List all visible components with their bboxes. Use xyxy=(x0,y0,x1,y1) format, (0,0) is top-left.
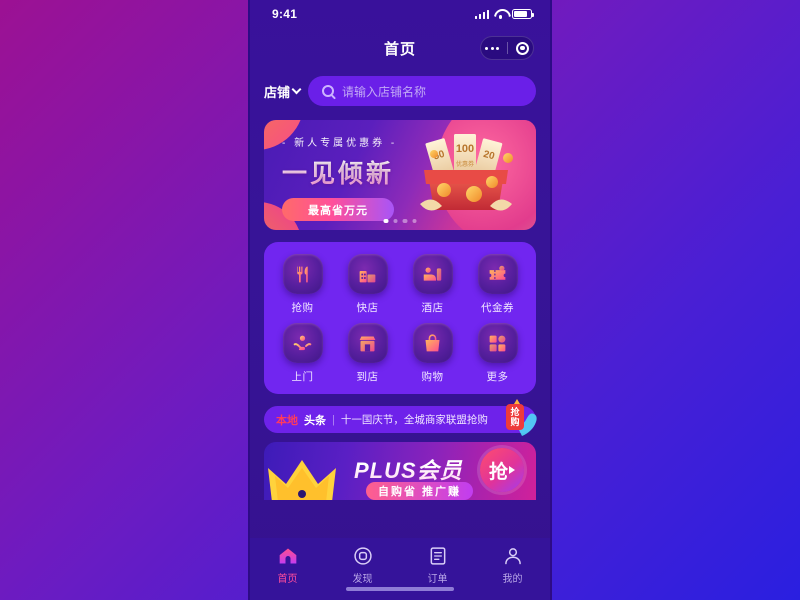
hand-service-icon xyxy=(282,323,323,363)
status-bar-icons xyxy=(474,9,534,19)
svg-text:优惠券: 优惠券 xyxy=(456,160,474,168)
grid-item-label: 抢购 xyxy=(291,302,314,314)
status-bar: 9:41 xyxy=(250,0,550,28)
tab-label: 发现 xyxy=(352,574,373,585)
orders-icon xyxy=(430,547,445,565)
grid-item-jiudian[interactable]: 酒店 xyxy=(400,254,465,315)
svg-text:100: 100 xyxy=(456,143,474,155)
grid-item-label: 代金券 xyxy=(481,302,514,314)
plus-member-banner[interactable]: PLUS会员 自购省 推广赚 抢 xyxy=(264,442,536,500)
search-placeholder: 请输入店铺名称 xyxy=(342,84,427,99)
news-text: 十一国庆节，全城商家联盟抢购 xyxy=(340,414,488,426)
plus-banner-subtitle: 自购省 推广赚 xyxy=(366,482,474,500)
cellular-bars-icon xyxy=(474,9,489,19)
bottom-tab-bar: 首页 发现 订单 我的 xyxy=(250,538,550,600)
news-tag-local: 本地 xyxy=(276,414,298,427)
grid-item-daodian[interactable]: 到店 xyxy=(335,323,400,384)
tab-label: 我的 xyxy=(502,574,523,585)
grid-item-kuaidian[interactable]: 快店 xyxy=(335,254,400,315)
category-selector[interactable]: 店铺 xyxy=(264,82,302,101)
promo-megaphone-icon[interactable]: 抢 购 xyxy=(492,398,540,442)
page-title: 首页 xyxy=(383,40,416,58)
home-indicator xyxy=(346,587,454,591)
tab-label: 订单 xyxy=(427,574,448,585)
grid-item-daijinquan[interactable]: 代金券 xyxy=(465,254,530,315)
carousel-dot[interactable] xyxy=(383,218,388,223)
promo-banner-carousel[interactable]: 50 100 20 优惠券 - 新人专属优惠券 - 一见倾新 最高省万元 xyxy=(264,120,536,230)
target-circle-icon[interactable] xyxy=(516,41,529,55)
news-divider: | xyxy=(332,413,335,426)
grid-item-gouwu[interactable]: 购物 xyxy=(400,323,465,384)
grid-item-label: 快店 xyxy=(356,302,379,314)
banner-subtitle: - 新人专属优惠券 - xyxy=(282,138,398,149)
banner-cta-button[interactable]: 最高省万元 xyxy=(282,198,394,221)
plus-grab-label: 抢 xyxy=(488,461,508,483)
svg-text:抢: 抢 xyxy=(510,406,520,417)
profile-icon xyxy=(504,548,521,565)
category-selector-label: 店铺 xyxy=(264,84,291,100)
hotel-bed-icon xyxy=(412,254,453,294)
tab-label: 首页 xyxy=(277,574,298,585)
grid-item-qianggou[interactable]: 抢购 xyxy=(270,254,335,315)
capsule-divider xyxy=(507,42,508,54)
gift-box-icon: 50 100 20 优惠券 xyxy=(420,134,513,211)
status-bar-time: 9:41 xyxy=(272,7,298,21)
shopping-bag-icon xyxy=(412,323,453,363)
banner-text-block: - 新人专属优惠券 - 一见倾新 最高省万元 xyxy=(282,134,397,221)
carousel-dot[interactable] xyxy=(412,218,417,223)
mini-program-capsule[interactable] xyxy=(480,36,534,60)
grid-item-label: 更多 xyxy=(486,371,509,383)
crown-icon xyxy=(268,460,336,500)
grid-item-shangmen[interactable]: 上门 xyxy=(270,323,335,384)
search-row: 店铺 请输入店铺名称 xyxy=(250,68,550,116)
svg-text:购: 购 xyxy=(510,416,519,427)
more-dots-icon[interactable] xyxy=(485,46,499,50)
app-header: 首页 xyxy=(250,28,550,68)
voucher-ticket-icon xyxy=(477,254,518,294)
carousel-dots[interactable] xyxy=(383,218,417,223)
category-grid-card: 抢购 快店 酒店 代金券 上门 到店 购物 更多 xyxy=(264,242,536,394)
carousel-dot[interactable] xyxy=(402,218,407,223)
home-icon xyxy=(279,548,296,564)
shop-door-icon xyxy=(347,323,388,363)
search-icon xyxy=(322,85,335,97)
banner-title: 一见倾新 xyxy=(282,154,397,190)
category-grid: 抢购 快店 酒店 代金券 上门 到店 购物 更多 xyxy=(270,254,530,384)
grid-more-icon xyxy=(477,323,518,363)
battery-icon xyxy=(512,9,534,19)
grid-item-label: 购物 xyxy=(421,371,444,383)
app-screen: 9:41 首页 店铺 请输入店铺名称 50 100 20 优惠券 - 新人专属优… xyxy=(250,0,550,600)
discover-icon xyxy=(353,547,372,565)
grid-item-gengduo[interactable]: 更多 xyxy=(465,323,530,384)
tab-orders[interactable]: 订单 xyxy=(400,546,475,585)
search-input[interactable]: 请输入店铺名称 xyxy=(308,76,536,106)
tab-home[interactable]: 首页 xyxy=(250,546,325,585)
news-ticker-wrap: 本地 头条 | 十一国庆节，全城商家联盟抢购 抢 购 xyxy=(264,399,537,436)
phone-frame: 9:41 首页 店铺 请输入店铺名称 50 100 20 优惠券 - 新人专属优… xyxy=(248,0,552,600)
wifi-icon xyxy=(494,9,507,19)
fork-knife-icon xyxy=(282,254,323,294)
chevron-down-icon xyxy=(291,83,302,94)
storefront-icon xyxy=(347,254,388,294)
grid-item-label: 酒店 xyxy=(421,302,444,314)
carousel-dot[interactable] xyxy=(393,218,398,223)
news-tag-headline: 头条 xyxy=(304,414,326,427)
plus-grab-button[interactable]: 抢 xyxy=(480,448,524,492)
grid-item-label: 上门 xyxy=(291,371,314,383)
tab-profile[interactable]: 我的 xyxy=(475,546,550,585)
plus-banner-title: PLUS会员 xyxy=(354,453,463,485)
play-arrow-icon xyxy=(509,466,515,474)
tab-discover[interactable]: 发现 xyxy=(325,546,400,585)
grid-item-label: 到店 xyxy=(356,371,379,383)
